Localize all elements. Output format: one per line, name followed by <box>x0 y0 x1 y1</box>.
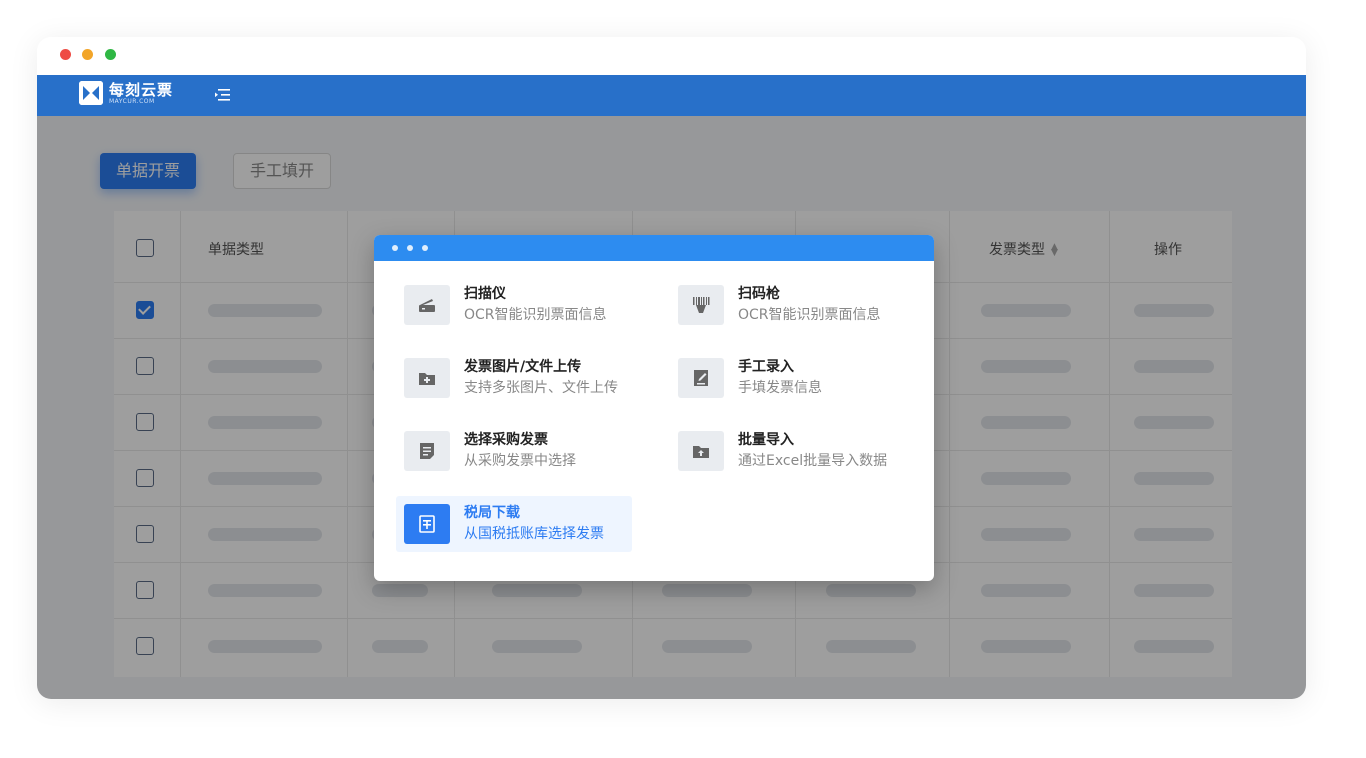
option-purchase-invoice[interactable]: 选择采购发票 从采购发票中选择 <box>396 423 632 479</box>
option-title: 手工录入 <box>738 359 794 375</box>
close-window-button[interactable] <box>60 49 71 60</box>
document-icon <box>404 431 450 471</box>
option-tax-bureau-download[interactable]: 税局下载 从国税抵账库选择发票 <box>396 496 632 552</box>
option-description: OCR智能识别票面信息 <box>738 307 881 323</box>
option-title: 批量导入 <box>738 432 794 448</box>
import-method-dialog: 扫描仪 OCR智能识别票面信息 扫码枪 OCR智能识别票面信息 发票图片/文件上… <box>374 235 934 581</box>
dialog-titlebar <box>374 235 934 261</box>
window-titlebar <box>37 37 1306 75</box>
top-navbar: 每刻云票 MAYCUR.COM <box>37 75 1306 116</box>
minimize-window-button[interactable] <box>82 49 93 60</box>
option-description: 从采购发票中选择 <box>464 453 576 469</box>
option-title: 税局下载 <box>464 505 520 521</box>
dialog-dot <box>407 245 413 251</box>
logo-name: 每刻云票 <box>109 81 174 99</box>
option-title: 选择采购发票 <box>464 432 548 448</box>
option-batch-import[interactable]: 批量导入 通过Excel批量导入数据 <box>670 423 906 479</box>
option-title: 扫码枪 <box>738 286 780 302</box>
tax-icon <box>404 504 450 544</box>
logo-icon <box>79 81 103 105</box>
option-title: 发票图片/文件上传 <box>464 359 582 375</box>
option-description: 支持多张图片、文件上传 <box>464 380 618 396</box>
option-scanner[interactable]: 扫描仪 OCR智能识别票面信息 <box>396 277 632 333</box>
option-description: OCR智能识别票面信息 <box>464 307 607 323</box>
option-manual-entry[interactable]: 手工录入 手填发票信息 <box>670 350 906 406</box>
barcode-gun-icon <box>678 285 724 325</box>
option-barcode-gun[interactable]: 扫码枪 OCR智能识别票面信息 <box>670 277 906 333</box>
maximize-window-button[interactable] <box>105 49 116 60</box>
option-title: 扫描仪 <box>464 286 506 302</box>
option-description: 从国税抵账库选择发票 <box>464 526 604 542</box>
option-upload-file[interactable]: 发票图片/文件上传 支持多张图片、文件上传 <box>396 350 632 406</box>
menu-collapse-icon[interactable] <box>213 86 231 104</box>
option-description: 通过Excel批量导入数据 <box>738 453 888 469</box>
scanner-icon <box>404 285 450 325</box>
logo-subtitle: MAYCUR.COM <box>109 98 155 105</box>
dialog-dot <box>422 245 428 251</box>
edit-document-icon <box>678 358 724 398</box>
folder-add-icon <box>404 358 450 398</box>
folder-upload-icon <box>678 431 724 471</box>
dialog-dot <box>392 245 398 251</box>
option-description: 手填发票信息 <box>738 380 822 396</box>
